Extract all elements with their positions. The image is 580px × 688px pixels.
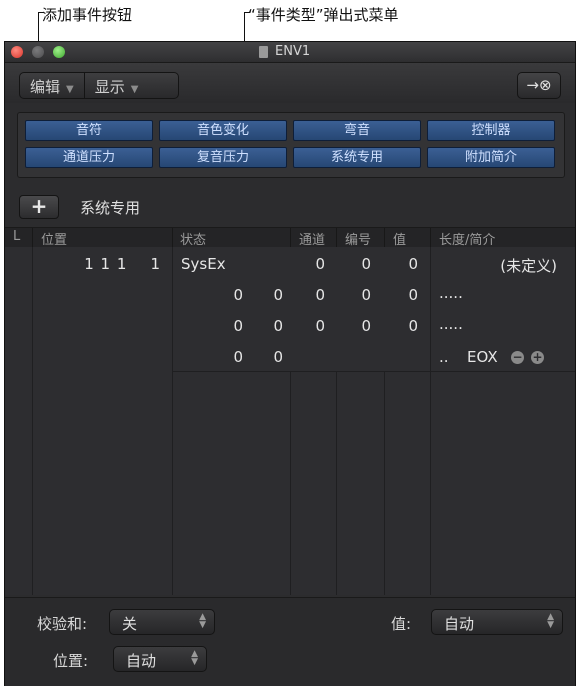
row1-channel: 0 — [315, 255, 325, 273]
checksum-popup[interactable]: 关 ▲ ▼ — [109, 609, 215, 635]
close-icon[interactable] — [11, 46, 23, 58]
add-event-callout-tick — [38, 12, 44, 13]
filter-poly-pressure-button[interactable]: 复音压力 — [159, 147, 287, 168]
column-l[interactable]: L — [13, 229, 20, 244]
filter-sysex-button[interactable]: 系统专用 — [293, 147, 421, 168]
filter-notes-button[interactable]: 音符 — [25, 120, 153, 141]
filter-controller-button[interactable]: 控制器 — [427, 120, 555, 141]
document-icon — [259, 46, 268, 58]
event-type-popup[interactable]: 系统专用 — [80, 197, 140, 218]
edit-menu[interactable]: 编辑 ▼ — [20, 73, 84, 98]
column-status[interactable]: 状态 — [180, 229, 206, 248]
row1-length: (未定义) — [500, 257, 557, 275]
row3-value: 0 — [408, 317, 418, 335]
row3-number: 0 — [361, 317, 371, 335]
row2-byte-b: 0 — [273, 286, 283, 304]
checksum-label: 校验和: — [37, 615, 88, 633]
row3-byte-a: 0 — [233, 317, 243, 335]
list-header: L 位置 状态 通道 编号 值 长度/简介 — [5, 227, 575, 248]
row2-channel: 0 — [315, 286, 325, 304]
up-down-arrows-icon: ▲ ▼ — [547, 612, 554, 630]
view-menu-label: 显示 — [94, 78, 125, 96]
column-position[interactable]: 位置 — [41, 229, 67, 248]
row1-position: 1 1 1 1 — [84, 255, 161, 273]
zoom-icon[interactable] — [53, 46, 65, 58]
toolbar-menus: 编辑 ▼ 显示 ▼ — [19, 72, 179, 99]
footer-panel: 校验和: 关 ▲ ▼ 值: 自动 ▲ ▼ 位置: 自动 ▲ ▼ — [5, 597, 575, 686]
grid-line — [32, 247, 33, 595]
value-label: 值: — [391, 615, 412, 633]
event-list-window: ENV1 编辑 ▼ 显示 ▼ →⊗ 音符 音色变化 弯音 控制器 通道压力 复音压力… — [4, 41, 576, 686]
up-down-arrows-icon: ▲ ▼ — [199, 612, 206, 630]
row3-byte-b: 0 — [273, 317, 283, 335]
row4-dots: .. — [439, 348, 449, 366]
window-title: ENV1 — [275, 44, 311, 59]
row3-length: ..... — [439, 315, 463, 333]
row2-value: 0 — [408, 286, 418, 304]
catch-icon: →⊗ — [526, 76, 552, 94]
row2-length: ..... — [439, 284, 463, 302]
event-list[interactable]: 1 1 1 1 SysEx 0 0 0 (未定义) 0 0 0 0 0 ....… — [5, 247, 575, 595]
catch-playhead-button[interactable]: →⊗ — [517, 72, 561, 99]
up-down-arrows-icon: ▲ ▼ — [191, 649, 198, 667]
grid-line — [290, 371, 291, 595]
column-value[interactable]: 值 — [393, 229, 406, 248]
filter-program-change-button[interactable]: 音色变化 — [159, 120, 287, 141]
column-divider — [336, 228, 337, 247]
position-popup-value: 自动 — [126, 652, 157, 670]
filter-pitch-bend-button[interactable]: 弯音 — [293, 120, 421, 141]
grid-line — [172, 371, 575, 372]
row4-byte-b: 0 — [273, 348, 283, 366]
plus-icon[interactable]: + — [531, 351, 544, 364]
minimize-icon[interactable] — [32, 46, 44, 58]
column-channel[interactable]: 通道 — [299, 229, 325, 248]
column-divider — [290, 228, 291, 247]
value-popup-value: 自动 — [444, 615, 475, 633]
add-event-button[interactable]: + — [19, 195, 59, 219]
column-divider — [172, 228, 173, 247]
add-event-callout: 添加事件按钮 — [42, 6, 133, 24]
row2-byte-a: 0 — [233, 286, 243, 304]
column-number[interactable]: 编号 — [345, 229, 371, 248]
position-popup[interactable]: 自动 ▲ ▼ — [113, 646, 207, 672]
row1-status: SysEx — [181, 255, 226, 273]
position-label: 位置: — [53, 652, 89, 670]
column-divider — [32, 228, 33, 247]
row4-byte-a: 0 — [233, 348, 243, 366]
event-filter-panel: 音符 音色变化 弯音 控制器 通道压力 复音压力 系统专用 附加简介 — [17, 112, 565, 178]
filter-meta-button[interactable]: 附加简介 — [427, 147, 555, 168]
row3-channel: 0 — [315, 317, 325, 335]
grid-line — [336, 371, 337, 595]
filter-channel-pressure-button[interactable]: 通道压力 — [25, 147, 153, 168]
row1-number: 0 — [361, 255, 371, 273]
value-popup[interactable]: 自动 ▲ ▼ — [431, 609, 563, 635]
checksum-value: 关 — [122, 615, 138, 633]
column-length[interactable]: 长度/简介 — [439, 229, 495, 248]
toolbar: 编辑 ▼ 显示 ▼ →⊗ — [5, 63, 575, 103]
column-divider — [384, 228, 385, 247]
row2-number: 0 — [361, 286, 371, 304]
column-divider — [430, 228, 431, 247]
edit-menu-label: 编辑 — [30, 78, 61, 96]
row4-eox: EOX — [467, 348, 498, 366]
grid-line — [384, 371, 385, 595]
chevron-down-icon: ▼ — [66, 84, 74, 95]
minus-icon[interactable]: − — [511, 351, 524, 364]
view-menu[interactable]: 显示 ▼ — [83, 73, 149, 98]
event-type-callout-tick — [244, 12, 250, 13]
grid-line — [172, 247, 173, 595]
event-type-callout: “事件类型”弹出式菜单 — [248, 6, 399, 24]
grid-line — [430, 247, 431, 595]
titlebar: ENV1 — [5, 42, 575, 63]
row1-value: 0 — [408, 255, 418, 273]
chevron-down-icon: ▼ — [130, 84, 139, 95]
